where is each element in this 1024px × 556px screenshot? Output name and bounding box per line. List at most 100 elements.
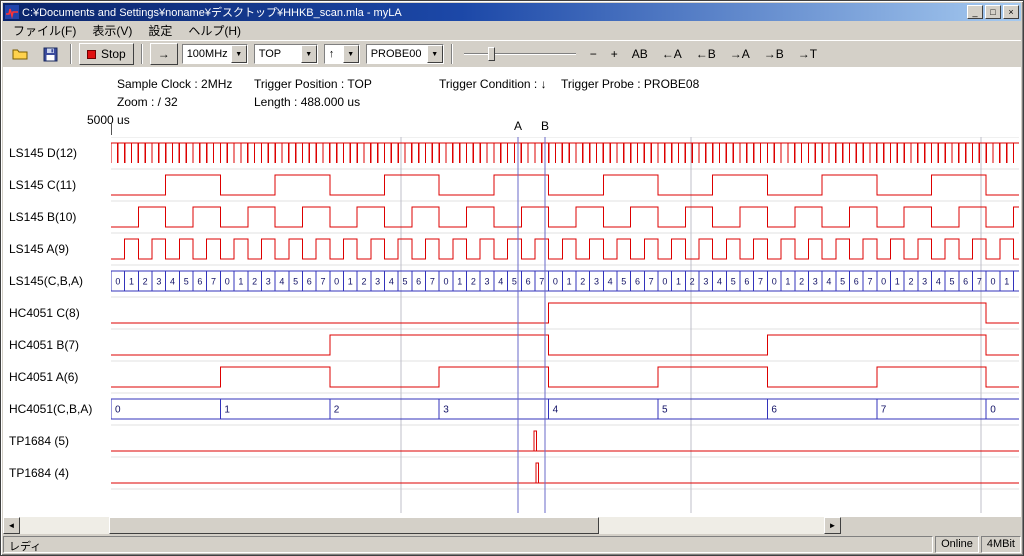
svg-text:7: 7 (430, 277, 435, 287)
stop-icon (87, 50, 96, 59)
sample-clock-info: Sample Clock : 2MHz (117, 77, 232, 91)
time-origin-tick (111, 123, 112, 135)
run-button[interactable]: → (150, 43, 178, 65)
svg-text:5: 5 (950, 277, 955, 287)
menu-file[interactable]: ファイル(F) (5, 20, 84, 41)
sample-clock-combo[interactable]: 100MHz▼ (182, 44, 248, 64)
svg-text:7: 7 (211, 277, 216, 287)
menubar: ファイル(F)表示(V)設定ヘルプ(H) (3, 21, 1021, 40)
open-button[interactable] (7, 42, 33, 66)
svg-text:2: 2 (252, 277, 257, 287)
waveform-canvas[interactable]: 0123456701234567012345670123456701234567… (111, 137, 1019, 513)
marker-b-label[interactable]: B (539, 119, 551, 133)
marker-a-label[interactable]: A (512, 119, 524, 133)
svg-text:2: 2 (799, 277, 804, 287)
scrollbar-thumb[interactable] (109, 517, 599, 534)
chevron-down-icon[interactable]: ▼ (343, 45, 359, 63)
scroll-right-button[interactable]: ► (824, 517, 841, 534)
scroll-left-button[interactable]: ◄ (3, 517, 20, 534)
close-button[interactable]: × (1003, 5, 1019, 19)
stop-button[interactable]: Stop (79, 43, 134, 65)
horizontal-scrollbar[interactable]: ◄ ► (3, 517, 841, 534)
menu-view[interactable]: 表示(V) (84, 20, 140, 41)
svg-text:5: 5 (840, 277, 845, 287)
trigger-probe-combo-value: PROBE00 (367, 48, 427, 60)
svg-text:0: 0 (881, 277, 886, 287)
svg-text:4: 4 (608, 277, 613, 287)
combo-row: 100MHz▼TOP▼↑▼PROBE00▼ (182, 44, 444, 64)
waveform-client-area: Sample Clock : 2MHz Trigger Position : T… (3, 67, 1021, 517)
svg-text:2: 2 (334, 405, 340, 416)
chevron-down-icon[interactable]: ▼ (427, 45, 443, 63)
svg-text:4: 4 (936, 277, 941, 287)
menu-help[interactable]: ヘルプ(H) (180, 20, 249, 41)
svg-text:7: 7 (649, 277, 654, 287)
zoom-slider[interactable] (464, 44, 576, 64)
channel-label-2: LS145 B(10) (9, 201, 76, 233)
svg-text:4: 4 (553, 405, 559, 416)
scrollbar-track[interactable] (20, 517, 824, 534)
trigger-position-combo-value: TOP (255, 48, 301, 60)
prev-b-button[interactable]: ←B (690, 45, 722, 63)
svg-text:7: 7 (320, 277, 325, 287)
time-scale-label: 5000 us (87, 113, 130, 127)
floppy-disk-icon (43, 47, 58, 62)
stop-button-label: Stop (101, 47, 126, 61)
toolbar: Stop → 100MHz▼TOP▼↑▼PROBE00▼ −+AB←A←B→A→… (3, 40, 1021, 67)
zoom-info: Zoom : / 32 (117, 95, 178, 109)
svg-text:2: 2 (580, 277, 585, 287)
ab-button[interactable]: AB (626, 45, 654, 63)
trigger-probe-info: Trigger Probe : PROBE08 (561, 77, 699, 91)
svg-text:6: 6 (744, 277, 749, 287)
menu-settings[interactable]: 設定 (140, 20, 180, 41)
trigger-probe-combo[interactable]: PROBE00▼ (366, 44, 444, 64)
status-online: Online (935, 536, 979, 553)
svg-text:6: 6 (963, 277, 968, 287)
channel-label-4: LS145(C,B,A) (9, 265, 83, 297)
svg-text:1: 1 (895, 277, 900, 287)
goto-trigger-button[interactable]: →T (792, 45, 823, 63)
svg-text:0: 0 (334, 277, 339, 287)
nav-buttons: −+AB←A←B→A→B→T (584, 45, 823, 63)
svg-text:6: 6 (416, 277, 421, 287)
chevron-down-icon[interactable]: ▼ (231, 45, 247, 63)
minimize-button[interactable]: _ (967, 5, 983, 19)
slider-track (464, 53, 576, 55)
channel-label-8: HC4051(C,B,A) (9, 393, 92, 425)
trigger-edge-combo[interactable]: ↑▼ (324, 44, 360, 64)
sample-clock-combo-value: 100MHz (183, 48, 231, 60)
svg-text:3: 3 (485, 277, 490, 287)
svg-text:3: 3 (594, 277, 599, 287)
svg-text:3: 3 (266, 277, 271, 287)
svg-text:1: 1 (1004, 277, 1009, 287)
zoom-out-button[interactable]: − (584, 45, 603, 63)
chevron-down-icon[interactable]: ▼ (301, 45, 317, 63)
toolbar-separator (141, 44, 143, 64)
svg-text:1: 1 (785, 277, 790, 287)
app-icon (5, 5, 19, 19)
svg-text:7: 7 (867, 277, 872, 287)
svg-text:5: 5 (512, 277, 517, 287)
prev-a-button[interactable]: ←A (656, 45, 688, 63)
toolbar-separator (451, 44, 453, 64)
channel-label-9: TP1684 (5) (9, 425, 69, 457)
next-b-button[interactable]: →B (758, 45, 790, 63)
maximize-button[interactable]: □ (985, 5, 1001, 19)
svg-text:0: 0 (991, 277, 996, 287)
svg-text:3: 3 (443, 405, 449, 416)
trigger-position-combo[interactable]: TOP▼ (254, 44, 318, 64)
svg-text:2: 2 (471, 277, 476, 287)
svg-text:1: 1 (238, 277, 243, 287)
svg-text:3: 3 (156, 277, 161, 287)
channel-label-7: HC4051 A(6) (9, 361, 78, 393)
svg-text:1: 1 (676, 277, 681, 287)
svg-text:4: 4 (279, 277, 284, 287)
zoom-in-button[interactable]: + (605, 45, 624, 63)
svg-text:3: 3 (375, 277, 380, 287)
slider-thumb[interactable] (488, 47, 495, 61)
channel-label-3: LS145 A(9) (9, 233, 69, 265)
next-a-button[interactable]: →A (724, 45, 756, 63)
svg-text:0: 0 (225, 277, 230, 287)
save-button[interactable] (37, 42, 63, 66)
svg-text:0: 0 (772, 277, 777, 287)
